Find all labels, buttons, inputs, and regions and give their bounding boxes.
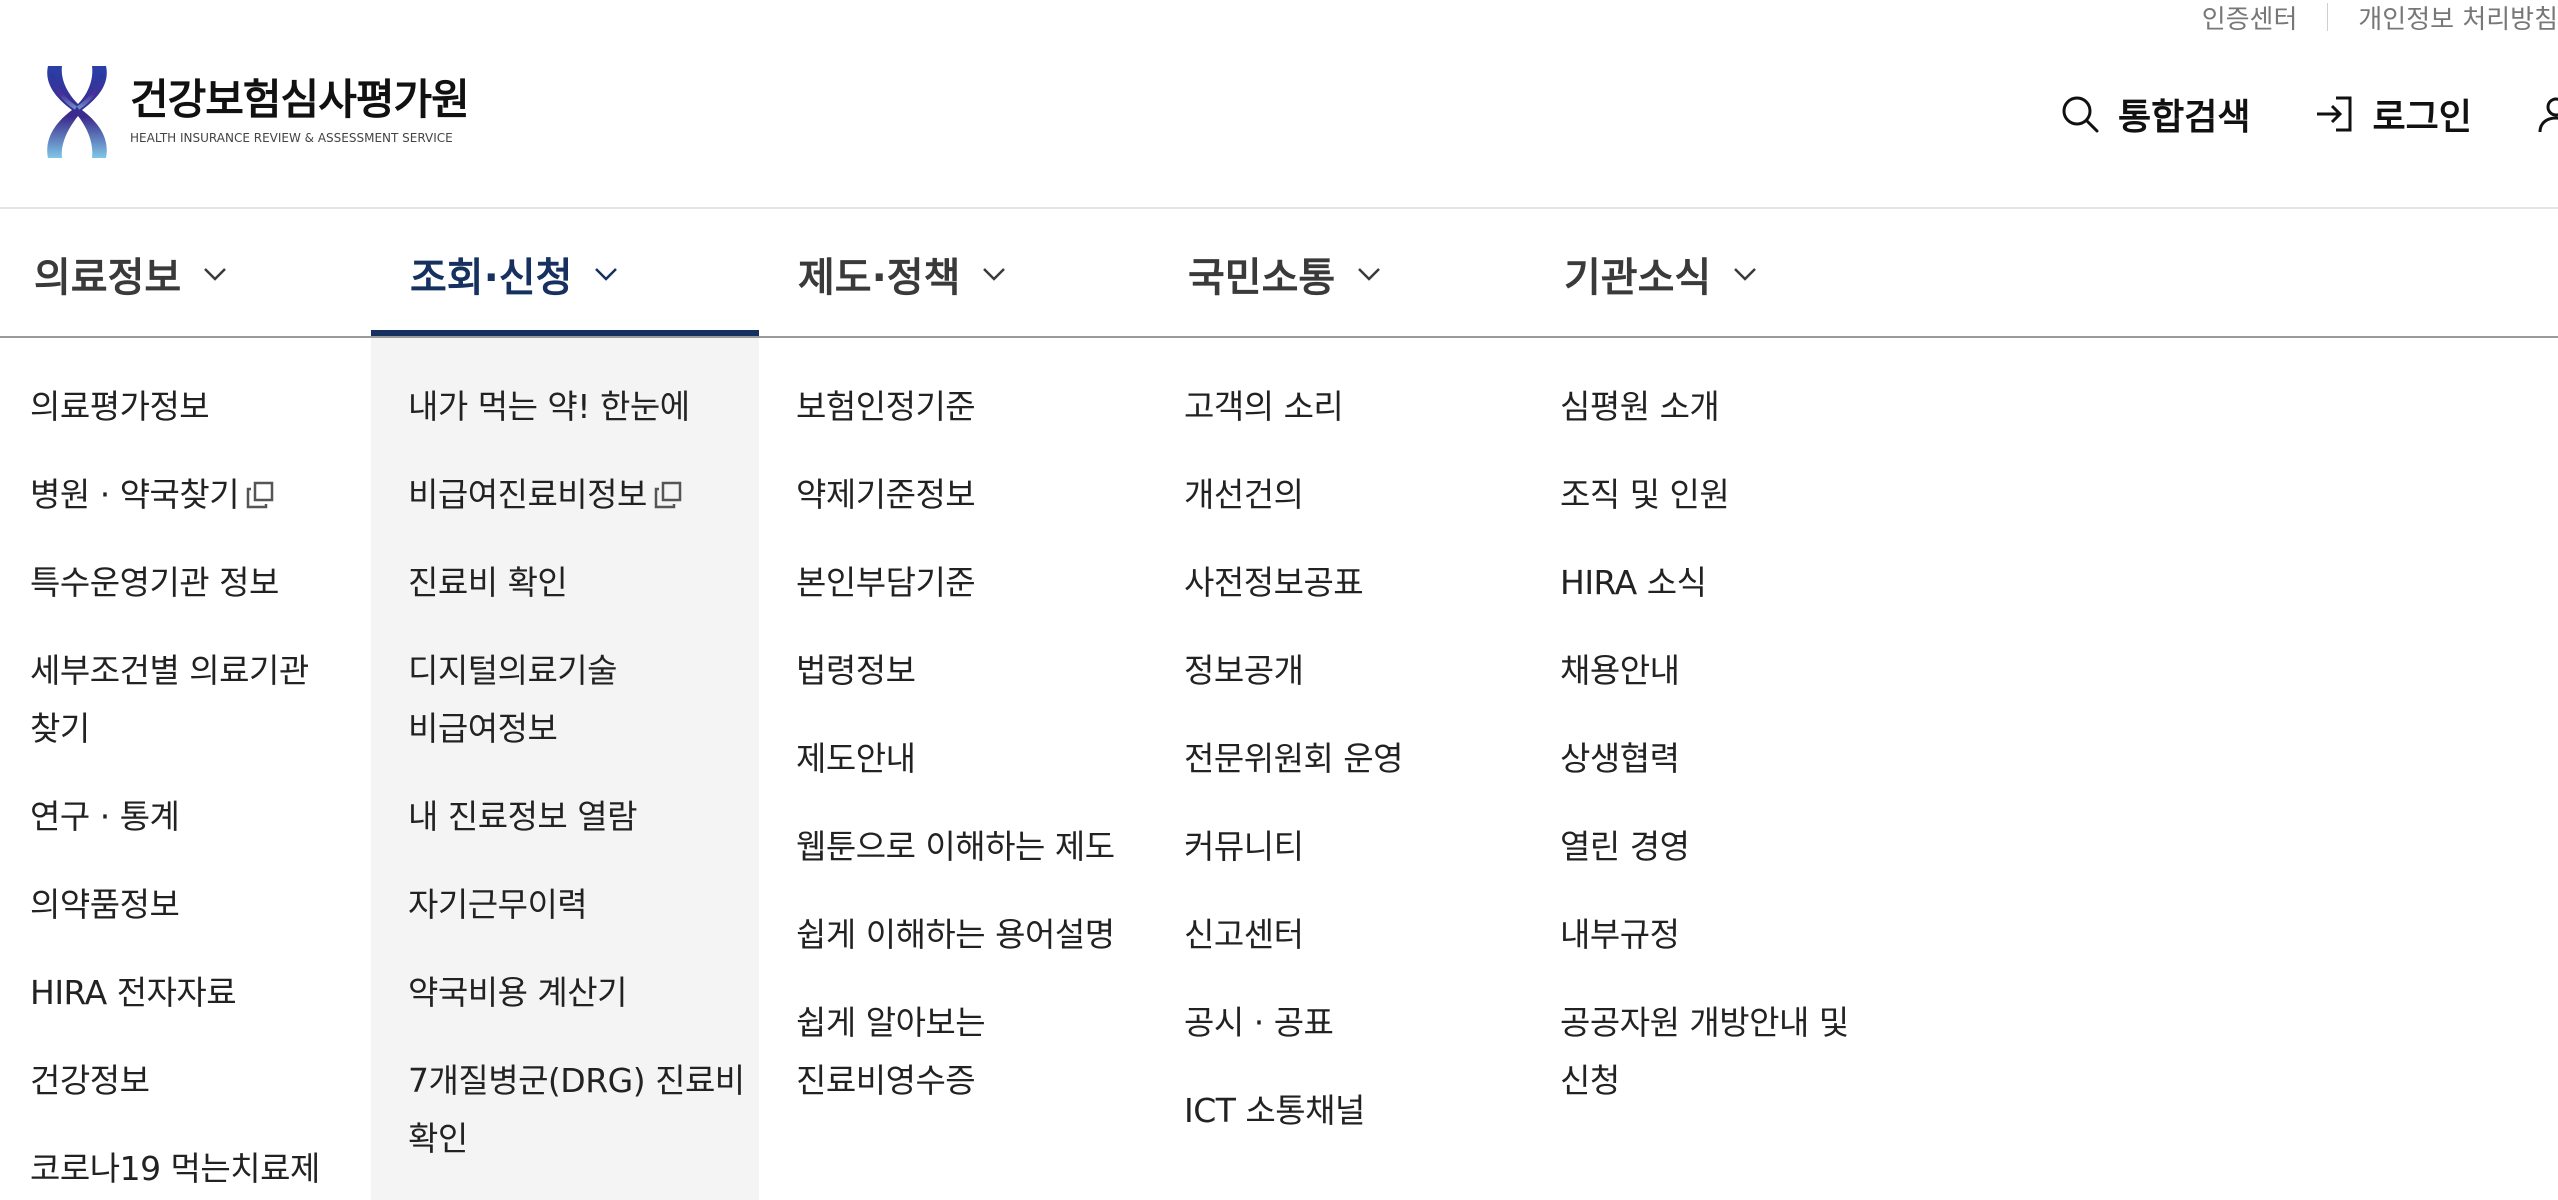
my-page-button[interactable]	[2536, 94, 2558, 134]
submenu-item[interactable]: 사전정보공표	[1184, 554, 1524, 612]
gnb-label: 조회·신청	[410, 255, 573, 301]
submenu-item[interactable]: 자기근무이력	[408, 876, 748, 934]
chevron-down-icon	[1734, 268, 1757, 281]
submenu-item[interactable]: 신고센터	[1184, 906, 1524, 964]
submenu-item[interactable]: 공시 · 공표	[1184, 994, 1524, 1052]
mega-menu: 의료평가정보 병원 · 약국찾기 특수운영기관 정보 세부조건별 의료기관 찾기…	[0, 338, 2558, 1200]
new-window-icon	[654, 481, 682, 509]
new-window-icon	[246, 481, 274, 509]
chevron-down-icon	[983, 268, 1006, 281]
login-button[interactable]: 로그인	[2314, 88, 2472, 140]
submenu-item[interactable]: 진료비 확인	[408, 554, 748, 612]
submenu-item[interactable]: 건강정보	[30, 1052, 350, 1110]
submenu-item[interactable]: 정보공개	[1184, 642, 1524, 700]
submenu-col-agency: 심평원 소개 조직 및 인원 HIRA 소식 채용안내 상생협력 열린 경영 내…	[1560, 378, 1900, 1140]
integrated-search-button[interactable]: 통합검색	[2060, 88, 2250, 140]
chevron-down-icon	[1358, 268, 1381, 281]
submenu-item[interactable]: 조직 및 인원	[1560, 466, 1900, 524]
chevron-down-icon	[595, 268, 618, 281]
gnb-inquiry-application[interactable]: 조회·신청	[410, 210, 618, 338]
user-icon	[2538, 97, 2558, 133]
submenu-item[interactable]: 의료평가정보	[30, 378, 350, 436]
submenu-item[interactable]: 연구 · 통계	[30, 788, 350, 846]
logo-korean-name: 건강보험심사평가원	[130, 75, 470, 124]
submenu-item[interactable]: 내 진료정보 열람	[408, 788, 748, 846]
submenu-item[interactable]: 쉽게 알아보는 진료비영수증	[796, 994, 1136, 1110]
submenu-col-inquiry: 내가 먹는 약! 한눈에 비급여진료비정보 진료비 확인 디지털의료기술 비급여…	[408, 378, 748, 1198]
submenu-item[interactable]: 약제기준정보	[796, 466, 1136, 524]
logo-english-name: HEALTH INSURANCE REVIEW & ASSESSMENT SER…	[130, 131, 453, 145]
header-divider	[0, 207, 2558, 209]
submenu-item[interactable]: 상생협력	[1560, 730, 1900, 788]
site-logo[interactable]: 건강보험심사평가원 HEALTH INSURANCE REVIEW & ASSE…	[42, 64, 470, 160]
submenu-item[interactable]: 전문위원회 운영	[1184, 730, 1524, 788]
login-label: 로그인	[2372, 97, 2472, 138]
gnb-public-communication[interactable]: 국민소통	[1188, 210, 1381, 338]
submenu-item[interactable]: 심평원 소개	[1560, 378, 1900, 436]
submenu-item[interactable]: 공공자원 개방안내 및 신청	[1560, 994, 1900, 1110]
gnb-medical-info[interactable]: 의료정보	[34, 210, 227, 338]
submenu-item[interactable]: 디지털의료기술 비급여정보	[408, 642, 748, 758]
submenu-item[interactable]: HIRA 전자자료	[30, 964, 350, 1022]
header-actions: 통합검색 로그인	[2060, 88, 2558, 140]
submenu-item-hospital-pharmacy[interactable]: 병원 · 약국찾기	[30, 466, 350, 524]
page: 인증센터 개인정보 처리방침 건강보험심사평가원 HEALTH INSURANC…	[0, 0, 2558, 1200]
submenu-item[interactable]: 약국비용 계산기	[408, 964, 748, 1022]
site-header: 건강보험심사평가원 HEALTH INSURANCE REVIEW & ASSE…	[0, 0, 2558, 208]
submenu-item[interactable]: 커뮤니티	[1184, 818, 1524, 876]
gnb-label: 기관소식	[1564, 255, 1712, 301]
submenu-item[interactable]: 고객의 소리	[1184, 378, 1524, 436]
submenu-item[interactable]: 웹툰으로 이해하는 제도	[796, 818, 1136, 876]
submenu-item[interactable]: ICT 소통채널	[1184, 1082, 1524, 1140]
submenu-item[interactable]: 본인부담기준	[796, 554, 1136, 612]
submenu-item[interactable]: 열린 경영	[1560, 818, 1900, 876]
submenu-item[interactable]: 보험인정기준	[796, 378, 1136, 436]
search-icon	[2062, 96, 2099, 133]
logo-text: 건강보험심사평가원 HEALTH INSURANCE REVIEW & ASSE…	[130, 75, 470, 146]
submenu-item[interactable]: 법령정보	[796, 642, 1136, 700]
submenu-label: 병원 · 약국찾기	[30, 475, 240, 514]
gnb-system-policy[interactable]: 제도·정책	[798, 210, 1006, 338]
submenu-item[interactable]: 특수운영기관 정보	[30, 554, 350, 612]
submenu-item[interactable]: 세부조건별 의료기관 찾기	[30, 642, 350, 758]
submenu-col-communication: 고객의 소리 개선건의 사전정보공표 정보공개 전문위원회 운영 커뮤니티 신고…	[1184, 378, 1524, 1170]
submenu-item[interactable]: 내가 먹는 약! 한눈에	[408, 378, 748, 436]
submenu-item[interactable]: 쉽게 이해하는 용어설명	[796, 906, 1136, 964]
submenu-item[interactable]: 코로나19 먹는치료제	[30, 1140, 350, 1198]
chevron-down-icon	[204, 268, 227, 281]
gnb-label: 국민소통	[1188, 255, 1336, 301]
submenu-item[interactable]: 의약품정보	[30, 876, 350, 934]
main-navigation: 의료정보 조회·신청 제도·정책 국민소통 기관소식	[0, 210, 2558, 338]
submenu-item[interactable]: 채용안내	[1560, 642, 1900, 700]
login-icon	[2317, 96, 2352, 132]
submenu-label: 비급여진료비정보	[408, 475, 647, 514]
search-label: 통합검색	[2118, 97, 2251, 138]
gnb-agency-news[interactable]: 기관소식	[1564, 210, 1757, 338]
gnb-label: 의료정보	[34, 255, 182, 301]
submenu-item[interactable]: 내부규정	[1560, 906, 1900, 964]
gnb-label: 제도·정책	[798, 255, 961, 301]
submenu-col-medical-info: 의료평가정보 병원 · 약국찾기 특수운영기관 정보 세부조건별 의료기관 찾기…	[30, 378, 350, 1200]
submenu-item[interactable]: HIRA 소식	[1560, 554, 1900, 612]
submenu-item-non-covered-fee[interactable]: 비급여진료비정보	[408, 466, 748, 524]
submenu-item[interactable]: 제도안내	[796, 730, 1136, 788]
submenu-item[interactable]: 7개질병군(DRG) 진료비 확인	[408, 1052, 748, 1168]
hira-logo-icon	[47, 66, 107, 158]
submenu-item[interactable]: 개선건의	[1184, 466, 1524, 524]
submenu-col-system-policy: 보험인정기준 약제기준정보 본인부담기준 법령정보 제도안내 웹툰으로 이해하는…	[796, 378, 1136, 1140]
